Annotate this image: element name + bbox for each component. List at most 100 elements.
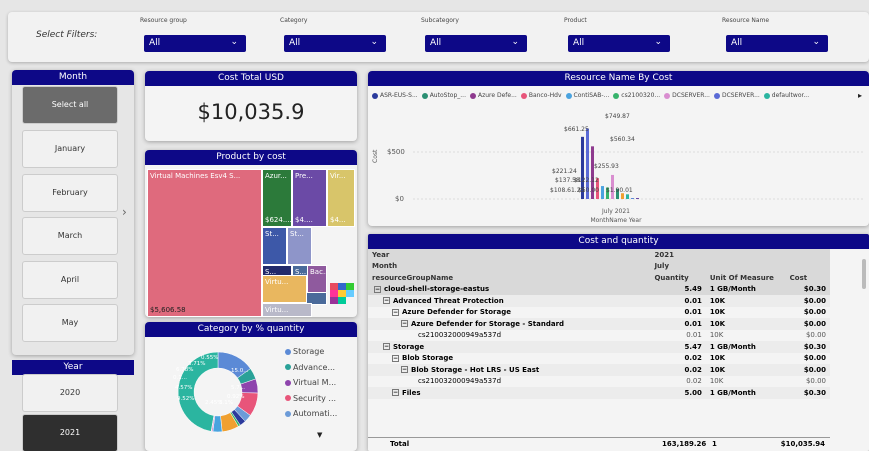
treemap-tile-small[interactable]	[330, 297, 338, 304]
row-cost: $0.00	[803, 296, 826, 305]
bar[interactable]	[621, 193, 624, 199]
legend-label: DCSERVER...	[721, 92, 760, 99]
row-unit: 1 GB/Month	[709, 388, 756, 397]
treemap-tile-small[interactable]	[346, 283, 354, 290]
legend-dot-icon	[470, 92, 476, 99]
collapse-icon[interactable]: −	[383, 297, 390, 305]
treemap-tile[interactable]: Virtu...	[262, 303, 312, 317]
legend-item[interactable]: AutoStop_...	[421, 92, 466, 99]
legend-item[interactable]: Storage	[285, 344, 337, 360]
bar-data-label: $749.87	[605, 113, 630, 120]
chevron-right-icon[interactable]: ›	[122, 205, 127, 219]
row-label: Storage	[393, 342, 425, 351]
x-tick-july-2021: July 2021	[601, 208, 630, 215]
bar-data-label: $255.93	[594, 163, 619, 170]
filter-dropdown-4[interactable]: All ⌄	[726, 35, 828, 52]
treemap-tile[interactable]: Bac...	[307, 265, 327, 293]
matrix-scrollbar[interactable]	[862, 259, 866, 289]
treemap-tile[interactable]: Pre... $4....	[292, 169, 327, 227]
legend-item[interactable]: DCSERVER...	[713, 92, 760, 99]
legend-label: Azure Defe...	[478, 92, 517, 99]
cost-quantity-matrix: Cost and quantity Year 2021 Month July resou…	[368, 234, 869, 451]
legend-item[interactable]: Advance...	[285, 360, 337, 376]
legend-item[interactable]: Azure Defe...	[470, 92, 517, 99]
collapse-icon[interactable]: −	[401, 320, 408, 328]
legend-item[interactable]: Virtual M...	[285, 375, 337, 391]
collapse-icon[interactable]: −	[392, 389, 399, 397]
row-qty: 0.02	[684, 365, 702, 374]
row-label: Azure Defender for Storage - Standard	[411, 319, 565, 328]
treemap-tile[interactable]: St...	[287, 227, 312, 265]
month-button-february[interactable]: February	[22, 173, 118, 212]
legend-label: defaultwor...	[771, 92, 810, 99]
legend-item[interactable]: Automati...	[285, 406, 337, 422]
legend-dot-icon	[285, 410, 291, 417]
filter-dropdown-0[interactable]: All ⌄	[144, 35, 246, 52]
filter-dropdown-1[interactable]: All ⌄	[284, 35, 386, 52]
treemap-tile[interactable]: St...	[262, 227, 287, 265]
legend-item[interactable]: Security ...	[285, 391, 337, 407]
row-unit: 10K	[709, 354, 725, 363]
collapse-icon[interactable]: −	[383, 343, 390, 351]
table-row[interactable]: − Blob Storage - Hot LRS - US East 0.02 10K…	[368, 364, 830, 376]
filter-label-3: Product	[564, 17, 587, 24]
bar[interactable]	[626, 194, 629, 199]
table-row[interactable]: − Storage 5.47 1 GB/Month $0.30	[368, 341, 830, 353]
table-row[interactable]: cs210032000949a537d 0.01 10K $0.00	[368, 330, 830, 342]
table-row[interactable]: − Azure Defender for Storage 0.01 10K $0.00	[368, 307, 830, 319]
collapse-icon[interactable]: −	[401, 366, 408, 374]
x-axis-label: MonthName Year	[590, 217, 642, 224]
table-row[interactable]: − cloud-shell-storage-eastus 5.49 1 GB/Mont…	[368, 284, 830, 296]
month-button-may[interactable]: May	[22, 304, 118, 342]
treemap-tile-small[interactable]	[338, 283, 346, 290]
filter-dropdown-3[interactable]: All ⌄	[568, 35, 670, 52]
row-unit: 1 GB/Month	[709, 285, 756, 294]
year-button-2020[interactable]: 2020	[22, 374, 118, 412]
collapse-icon[interactable]: −	[392, 354, 399, 362]
filter-dropdown-2[interactable]: All ⌄	[425, 35, 527, 52]
table-row[interactable]: − Files 5.00 1 GB/Month $0.30	[368, 387, 830, 399]
bar[interactable]	[601, 186, 604, 199]
treemap-tile-small[interactable]	[330, 283, 338, 290]
legend-item[interactable]: ContiSAB-...	[565, 92, 609, 99]
row-unit: 10K	[709, 377, 724, 386]
legend-item[interactable]: DCSERVER...	[664, 92, 710, 99]
collapse-icon[interactable]: −	[392, 308, 399, 316]
table-row[interactable]: − Advanced Threat Protection 0.01 10K $0.00	[368, 295, 830, 307]
treemap-tile-small[interactable]	[330, 290, 338, 297]
bar[interactable]	[631, 198, 634, 199]
year-button-2021[interactable]: 2021	[22, 414, 118, 451]
month-button-april[interactable]: April	[22, 260, 118, 299]
legend-item[interactable]: Banco-Hdv	[520, 92, 562, 99]
filter-label-4: Resource Name	[722, 17, 770, 24]
treemap-tile-small[interactable]	[338, 297, 346, 304]
matrix-header-row: resourceGroupName Quantity Unit Of Measure…	[368, 272, 830, 284]
donut-data-label: 4.57%	[175, 385, 192, 391]
month-button-january[interactable]: January	[22, 130, 118, 168]
treemap-tile[interactable]: Vir... $4...	[327, 169, 355, 227]
row-label: cs210032000949a537d	[418, 377, 502, 386]
treemap-tile[interactable]: Azur... $624....	[262, 169, 292, 227]
legend-item[interactable]: defaultwor...	[763, 92, 810, 99]
collapse-icon[interactable]: −	[374, 285, 381, 293]
treemap-tile-small[interactable]	[346, 290, 354, 297]
legend-more-icon[interactable]: ▼	[317, 431, 322, 439]
legend-item[interactable]: cs2100320...	[613, 92, 660, 99]
table-row[interactable]: − Blob Storage 0.02 10K $0.00	[368, 353, 830, 365]
tile-value: $4...	[330, 216, 346, 224]
treemap-tile[interactable]: Virtual Machines Esv4 S... $5,606.58	[147, 169, 262, 317]
matrix-header-cell: July	[654, 262, 670, 271]
legend-item[interactable]: ASR-EUS-S...	[372, 92, 418, 99]
legend-next-icon[interactable]: ▸	[858, 91, 862, 100]
table-row[interactable]: cs210032000949a537d 0.02 10K $0.00	[368, 376, 830, 388]
treemap-tile[interactable]: Virtu...	[262, 275, 307, 303]
month-button-march[interactable]: March	[22, 217, 118, 255]
month-select-all-button[interactable]: Select all	[22, 86, 118, 124]
legend-dot-icon	[565, 92, 572, 99]
treemap-tile-small[interactable]	[338, 290, 346, 297]
total-cost: $10,035.94	[780, 440, 825, 448]
bar[interactable]	[636, 198, 639, 199]
matrix-header-cell: 2021	[654, 250, 674, 259]
table-row[interactable]: − Azure Defender for Storage - Standard 0.…	[368, 318, 830, 330]
legend-dot-icon	[285, 379, 291, 386]
